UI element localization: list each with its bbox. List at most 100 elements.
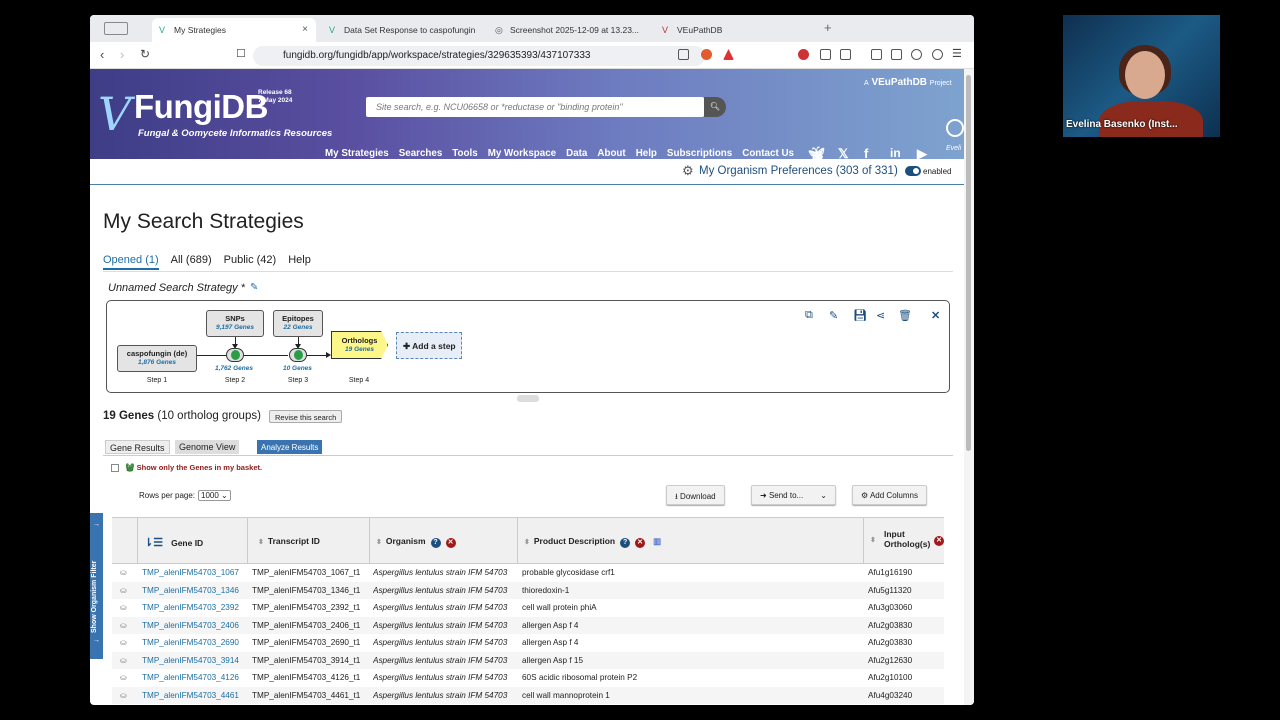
extension-icon[interactable] bbox=[798, 49, 809, 60]
gene-id-link[interactable]: TMP_alenIFM54703_1346 bbox=[142, 586, 248, 595]
step-2-box[interactable]: SNPs 9,197 Genes bbox=[206, 310, 264, 337]
step-3-box[interactable]: Epitopes 22 Genes bbox=[273, 310, 323, 337]
tab-data-set[interactable]: V Data Set Response to caspofungin bbox=[322, 18, 482, 42]
column-header-product[interactable]: ⬍ Product Description? ✕ ▥ bbox=[518, 518, 864, 564]
bookmark-icon[interactable]: ☐ bbox=[236, 47, 246, 60]
nav-my-workspace[interactable]: My Workspace bbox=[488, 148, 556, 159]
rows-per-page-select[interactable]: 1000 ⌄ bbox=[198, 490, 231, 501]
tab-veupathdb[interactable]: V VEuPathDB bbox=[655, 18, 815, 42]
organism-filter-toggle[interactable]: → Show Organism Filter → bbox=[90, 513, 103, 659]
copy-icon[interactable]: ⧉ bbox=[805, 309, 813, 322]
tab-opened[interactable]: Opened (1) bbox=[103, 254, 159, 270]
vpn-icon[interactable] bbox=[932, 49, 943, 60]
gene-id-link[interactable]: TMP_alenIFM54703_4126 bbox=[142, 673, 248, 682]
tab-analyze-results[interactable]: Analyze Results bbox=[257, 440, 323, 454]
linkedin-icon[interactable]: in bbox=[890, 146, 901, 160]
nav-subscriptions[interactable]: Subscriptions bbox=[667, 148, 732, 159]
column-header-transcript-id[interactable]: ⬍ Transcript ID bbox=[248, 518, 370, 564]
basket-icon[interactable]: ⛀ bbox=[120, 603, 127, 612]
puzzle-icon[interactable] bbox=[820, 49, 831, 60]
veupathdb-brand[interactable]: A VEuPathDB Project bbox=[864, 77, 952, 88]
remove-column-icon[interactable]: ✕ bbox=[934, 536, 944, 546]
gene-id-link[interactable]: TMP_alenIFM54703_2406 bbox=[142, 621, 248, 630]
basket-icon[interactable]: ⛀ bbox=[120, 691, 127, 700]
site-logo[interactable]: FungiDB bbox=[134, 88, 268, 126]
nav-about[interactable]: About bbox=[597, 148, 625, 159]
gene-id-link[interactable]: TMP_alenIFM54703_2392 bbox=[142, 603, 248, 612]
ai-icon[interactable] bbox=[911, 49, 922, 60]
user-icon[interactable] bbox=[946, 119, 964, 137]
tab-screenshot[interactable]: ◎ Screenshot 2025-12-09 at 13.23... bbox=[488, 18, 646, 42]
wallet-icon[interactable] bbox=[891, 49, 902, 60]
column-header-organism[interactable]: ⬍ Organism? ✕ bbox=[370, 518, 518, 564]
sort-icon[interactable]: ⇂☰ bbox=[144, 537, 163, 549]
resize-handle[interactable] bbox=[517, 395, 539, 402]
gene-id-link[interactable]: TMP_alenIFM54703_4461 bbox=[142, 691, 248, 700]
pref-toggle[interactable] bbox=[905, 166, 921, 176]
gear-icon[interactable]: ⚙ bbox=[682, 163, 694, 179]
tab-public[interactable]: Public (42) bbox=[224, 254, 277, 266]
download-button[interactable]: ⭳ Download bbox=[666, 485, 725, 505]
camera-icon[interactable] bbox=[840, 49, 851, 60]
nav-searches[interactable]: Searches bbox=[399, 148, 443, 159]
add-step-button[interactable]: ✚ Add a step bbox=[396, 332, 462, 359]
forward-icon[interactable]: › bbox=[120, 47, 124, 62]
close-icon[interactable]: ✕ bbox=[931, 309, 940, 322]
reload-icon[interactable]: ↻ bbox=[140, 47, 150, 61]
nav-contact-us[interactable]: Contact Us bbox=[742, 148, 794, 159]
rewards-icon[interactable] bbox=[723, 49, 734, 60]
revise-search-button[interactable]: Revise this search bbox=[269, 410, 343, 423]
help-icon[interactable]: ? bbox=[430, 538, 441, 548]
gene-id-link[interactable]: TMP_alenIFM54703_3914 bbox=[142, 656, 248, 665]
remove-column-icon[interactable]: ✕ bbox=[635, 538, 646, 548]
intersect-icon[interactable] bbox=[289, 348, 307, 362]
edit-icon[interactable]: ✎ bbox=[829, 309, 838, 322]
sidebar-toggle-icon[interactable] bbox=[104, 22, 128, 35]
strategy-name[interactable]: Unnamed Search Strategy * bbox=[108, 282, 245, 294]
trash-icon[interactable]: 🗑︎ bbox=[898, 309, 912, 322]
basket-icon[interactable]: ⛀ bbox=[120, 621, 127, 630]
nav-help[interactable]: Help bbox=[636, 148, 657, 159]
new-tab-button[interactable]: + bbox=[824, 20, 832, 35]
scrollbar-thumb[interactable] bbox=[966, 75, 971, 451]
tab-all[interactable]: All (689) bbox=[171, 254, 212, 266]
basket-icon[interactable]: ⛀ bbox=[120, 638, 127, 647]
add-columns-button[interactable]: ⚙ Add Columns bbox=[852, 485, 927, 505]
site-search-input[interactable]: Site search, e.g. NCU06658 or *reductase… bbox=[366, 97, 704, 117]
brave-shield-icon[interactable] bbox=[701, 49, 712, 60]
search-icon[interactable]: 🔍︎ bbox=[704, 97, 726, 117]
back-icon[interactable]: ‹ bbox=[100, 47, 104, 62]
help-icon[interactable]: ? bbox=[620, 538, 631, 548]
basket-icon[interactable]: ⛀ bbox=[120, 568, 127, 577]
intersect-icon[interactable] bbox=[226, 348, 244, 362]
step-3-result[interactable]: 10 Genes bbox=[283, 365, 312, 372]
sort-icon[interactable]: ⬍ bbox=[376, 539, 382, 546]
sort-icon[interactable]: ⬍ bbox=[870, 536, 876, 544]
menu-icon[interactable]: ☰ bbox=[952, 47, 962, 60]
page-scrollbar[interactable] bbox=[964, 69, 974, 705]
close-tab-icon[interactable]: × bbox=[302, 24, 308, 35]
gene-id-link[interactable]: TMP_alenIFM54703_1067 bbox=[142, 568, 248, 577]
step-2-result[interactable]: 1,762 Genes bbox=[215, 365, 253, 372]
bar-chart-icon[interactable]: ▥ bbox=[653, 536, 661, 546]
tab-gene-results[interactable]: Gene Results bbox=[105, 440, 170, 454]
step-1-box[interactable]: caspofungin (de) 1,876 Genes bbox=[117, 345, 197, 372]
tab-genome-view[interactable]: Genome View bbox=[175, 440, 240, 454]
remove-column-icon[interactable]: ✕ bbox=[445, 538, 456, 548]
basket-icon[interactable]: ⛀ bbox=[120, 656, 127, 665]
tab-my-strategies[interactable]: V My Strategies × bbox=[152, 18, 316, 42]
pencil-icon[interactable]: ✎ bbox=[250, 282, 258, 293]
user-name[interactable]: Eveli bbox=[946, 145, 961, 152]
sort-icon[interactable]: ⬍ bbox=[524, 539, 530, 546]
send-to-button[interactable]: ➜ Send to... ⌄ bbox=[751, 485, 836, 505]
step-4-box[interactable]: Orthologs 19 Genes bbox=[331, 331, 388, 359]
basket-checkbox[interactable] bbox=[111, 464, 119, 473]
nav-tools[interactable]: Tools bbox=[452, 148, 477, 159]
gene-id-link[interactable]: TMP_alenIFM54703_2690 bbox=[142, 638, 248, 647]
basket-icon[interactable]: ⛀ bbox=[120, 586, 127, 595]
share-icon[interactable] bbox=[678, 49, 689, 60]
column-header-gene-id[interactable]: ⇂☰ Gene ID bbox=[138, 518, 248, 564]
organism-preferences-link[interactable]: My Organism Preferences (303 of 331) bbox=[699, 165, 898, 177]
column-header-input-orthologs[interactable]: ⬍ Input Ortholog(s) ✕ bbox=[864, 518, 944, 564]
url-field[interactable]: fungidb.org/fungidb/app/workspace/strate… bbox=[253, 46, 705, 66]
